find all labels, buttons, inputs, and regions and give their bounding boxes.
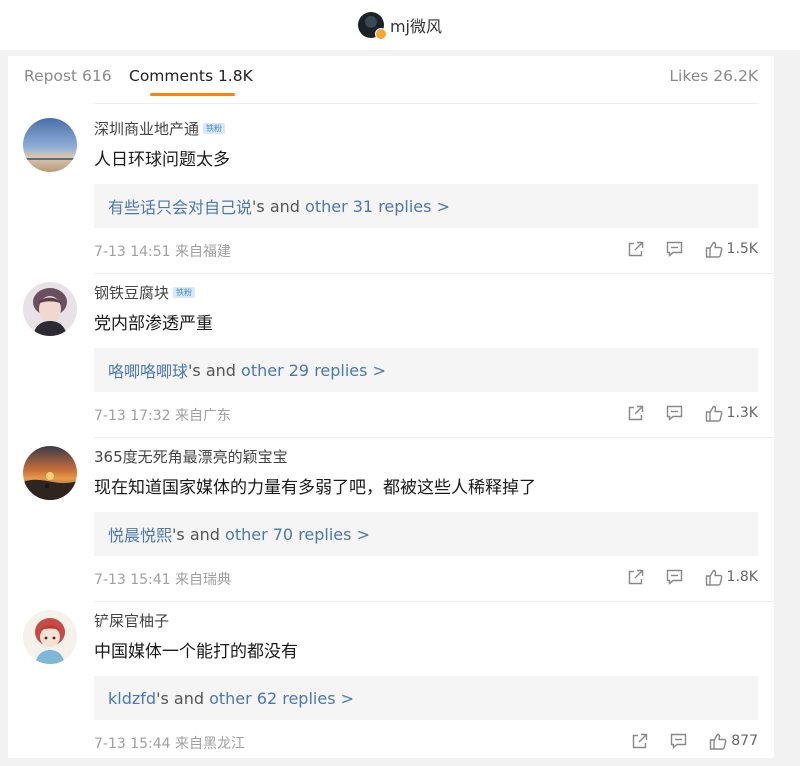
reply-username[interactable]: 有些话只会对自己说 [108,194,252,218]
comment-text: 现在知道国家媒体的力量有多弱了吧，都被这些人稀释掉了 [94,478,536,498]
comment-meta: 7-13 14:51 来自福建 [94,241,231,261]
like-icon[interactable] [705,569,723,586]
reply-username[interactable]: 咯唧咯唧球 [108,358,188,382]
comment-text: 党内部渗透严重 [94,314,213,334]
share-icon[interactable] [628,569,644,585]
replies-preview[interactable]: kldzfd's and other 62 replies > [94,676,758,720]
replies-preview[interactable]: 悦晨悦熙's and other 70 replies > [94,512,758,556]
commenter-name-row: 365度无死角最漂亮的颖宝宝 [94,445,288,467]
more-replies-link[interactable]: other 31 replies > [305,197,450,216]
comment-meta: 7-13 15:44 来自黑龙江 [94,733,245,753]
comment-time: 7-13 15:44 [94,736,171,752]
comment-icon[interactable] [666,405,683,421]
like-count: 877 [731,733,758,749]
comment-time: 7-13 14:51 [94,244,171,260]
comment-item: 钢铁豆腐块 铁粉 党内部渗透严重 咯唧咯唧球's and other 29 re… [8,275,774,438]
comment-item: 铲屎官柚子 中国媒体一个能打的都没有 kldzfd's and other 62… [8,603,774,766]
comment-actions: 1.8K [628,567,758,587]
commenter-name[interactable]: 365度无死角最漂亮的颖宝宝 [94,446,288,467]
commenter-name-row: 铲屎官柚子 [94,609,169,631]
verified-badge-icon [374,28,387,40]
comment-divider [94,601,774,602]
tab-bar: Repost 616 Comments 1.8K Likes 26.2K [8,56,774,100]
commenter-name-row: 钢铁豆腐块 铁粉 [94,281,196,303]
reply-username[interactable]: kldzfd [108,689,156,708]
commenter-name[interactable]: 钢铁豆腐块 [94,282,169,303]
comment-actions: 1.3K [628,403,758,423]
fan-badge: 铁粉 [173,286,196,298]
commenter-avatar[interactable] [23,446,77,500]
like-count: 1.3K [726,405,758,421]
comment-icon[interactable] [670,733,687,749]
comment-location: 来自福建 [175,244,232,260]
comment-time: 7-13 17:32 [94,408,171,424]
active-tab-indicator [150,93,235,96]
comment-location: 来自黑龙江 [175,736,246,752]
replies-preview[interactable]: 有些话只会对自己说's and other 31 replies > [94,184,758,228]
commenter-name[interactable]: 铲屎官柚子 [94,610,169,631]
reply-connector: 's and [172,524,226,544]
share-icon[interactable] [628,405,644,421]
fan-badge: 铁粉 [203,122,226,134]
reply-connector: 's and [188,360,242,380]
list-top-edge [94,103,759,104]
user-avatar-icon[interactable] [357,12,387,40]
comment-divider [94,437,774,438]
comment-actions: 1.5K [628,239,758,259]
comment-icon[interactable] [666,241,683,257]
post-author-name[interactable]: mj微风 [390,13,442,37]
comment-time: 7-13 15:41 [94,572,171,588]
more-replies-link[interactable]: other 62 replies > [209,689,354,708]
comment-text: 人日环球问题太多 [94,150,230,170]
like-count: 1.8K [726,569,758,585]
tab-comments[interactable]: Comments 1.8K [129,67,253,85]
commenter-avatar[interactable] [23,282,77,336]
comment-icon[interactable] [666,569,683,585]
more-replies-link[interactable]: other 29 replies > [241,361,386,380]
like-icon[interactable] [709,733,727,750]
reply-connector: 's and [252,196,306,216]
comment-text: 中国媒体一个能打的都没有 [94,642,298,662]
comment-actions: 877 [632,731,758,751]
like-count: 1.5K [726,241,758,257]
more-replies-link[interactable]: other 70 replies > [225,525,370,544]
comment-item: 365度无死角最漂亮的颖宝宝 现在知道国家媒体的力量有多弱了吧，都被这些人稀释掉… [8,439,774,602]
comment-location: 来自瑞典 [175,572,232,588]
commenter-avatar[interactable] [23,610,77,664]
replies-preview[interactable]: 咯唧咯唧球's and other 29 replies > [94,348,758,392]
reply-connector: 's and [156,688,210,708]
commenter-name-row: 深圳商业地产通 铁粉 [94,117,226,139]
tab-likes[interactable]: Likes 26.2K [669,67,758,85]
comments-panel: Repost 616 Comments 1.8K Likes 26.2K 深圳商… [8,56,774,758]
share-icon[interactable] [628,241,644,257]
comment-item: 深圳商业地产通 铁粉 人日环球问题太多 有些话只会对自己说's and othe… [8,111,774,274]
comment-meta: 7-13 15:41 来自瑞典 [94,569,231,589]
comment-location: 来自广东 [175,408,232,424]
tab-repost[interactable]: Repost 616 [24,67,112,85]
comment-divider [94,273,774,274]
share-icon[interactable] [632,733,648,749]
like-icon[interactable] [705,241,723,258]
reply-username[interactable]: 悦晨悦熙 [108,522,172,546]
like-icon[interactable] [705,405,723,422]
comment-meta: 7-13 17:32 来自广东 [94,405,231,425]
top-bar: mj微风 [0,0,800,50]
commenter-name[interactable]: 深圳商业地产通 [94,118,199,139]
commenter-avatar[interactable] [23,118,77,172]
